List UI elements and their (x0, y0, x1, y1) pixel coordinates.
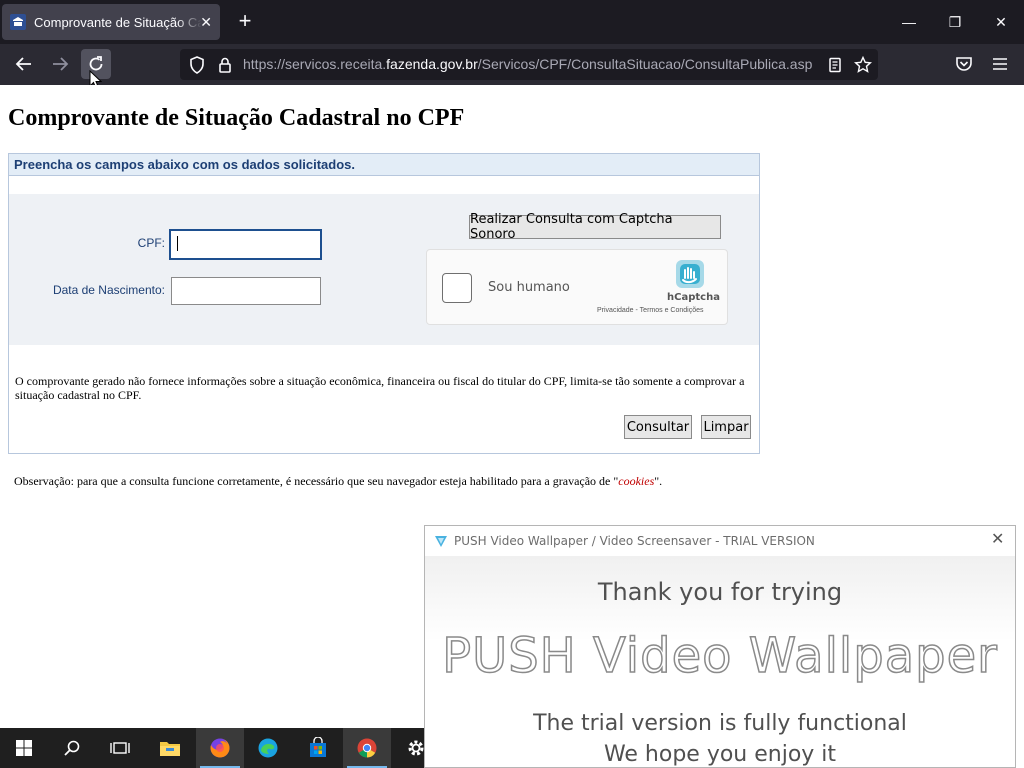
popup-product-name: PUSH Video Wallpaper (441, 627, 998, 685)
form-fields-area: CPF: Data de Nascimento: Realizar Consul… (9, 194, 759, 345)
pocket-icon[interactable] (949, 49, 979, 79)
form-header: Preencha os campos abaixo com os dados s… (9, 154, 759, 176)
hcaptcha-checkbox[interactable] (442, 273, 472, 303)
forward-icon[interactable] (45, 49, 75, 79)
popup-close-icon[interactable]: ✕ (991, 532, 1007, 548)
tab-strip: Comprovante de Situação Cadastral no CPF… (0, 0, 1024, 44)
hcaptcha-widget: Sou humano hCaptcha Privacidade - Termos… (426, 249, 728, 325)
lock-icon[interactable] (215, 55, 235, 75)
tab-active[interactable]: Comprovante de Situação Cadastral no CPF… (2, 4, 220, 40)
disclaimer-text: O comprovante gerado não fornece informa… (15, 374, 745, 402)
popup-body: Thank you for trying PUSH Video Wallpape… (425, 556, 1015, 767)
popup-thanks-text: Thank you for trying (597, 578, 843, 606)
microsoft-store-icon[interactable] (294, 728, 342, 768)
cookies-note: Observação: para que a consulta funcione… (14, 474, 663, 488)
tab-close-icon[interactable]: ✕ (200, 14, 212, 30)
reader-view-icon[interactable] (825, 55, 845, 75)
start-icon[interactable] (0, 728, 48, 768)
new-tab-button[interactable]: + (234, 10, 256, 32)
hcaptcha-brand: hCaptcha (667, 292, 720, 303)
browser-chrome: Comprovante de Situação Cadastral no CPF… (0, 0, 1024, 90)
hcaptcha-label: Sou humano (488, 280, 570, 295)
popup-trial-line-2: We hope you enjoy it (603, 742, 837, 767)
windows-taskbar (0, 728, 424, 768)
chrome-icon[interactable] (343, 728, 391, 768)
maximize-button[interactable]: ❐ (932, 8, 978, 36)
birth-date-input[interactable] (171, 277, 321, 305)
search-icon[interactable] (48, 728, 96, 768)
tab-title: Comprovante de Situação Cadastral no CPF (34, 14, 202, 30)
cpf-label: CPF: (137, 236, 165, 250)
audio-captcha-button[interactable]: Realizar Consulta com Captcha Sonoro (469, 212, 721, 242)
limpar-button[interactable]: Limpar (701, 415, 751, 439)
task-view-icon[interactable] (96, 728, 144, 768)
close-window-button[interactable]: ✕ (978, 8, 1024, 36)
popup-titlebar[interactable]: PUSH Video Wallpaper / Video Screensaver… (425, 526, 1015, 556)
firefox-icon[interactable] (196, 728, 244, 768)
tracking-protection-shield-icon[interactable] (187, 55, 207, 75)
hcaptcha-logo-icon (676, 260, 704, 288)
push-app-icon (435, 536, 447, 547)
menu-hamburger-icon[interactable] (985, 49, 1015, 79)
url-bar[interactable]: https://servicos.receita.fazenda.gov.br/… (180, 49, 878, 80)
file-explorer-icon[interactable] (146, 728, 194, 768)
page-title: Comprovante de Situação Cadastral no CPF (8, 105, 465, 131)
consultar-button[interactable]: Consultar (624, 415, 692, 439)
back-icon[interactable] (9, 49, 39, 79)
minimize-button[interactable]: — (886, 8, 932, 36)
url-text[interactable]: https://servicos.receita.fazenda.gov.br/… (243, 56, 812, 72)
hcaptcha-links[interactable]: Privacidade - Termos e Condições (597, 307, 703, 314)
consulta-form: Preencha os campos abaixo com os dados s… (8, 153, 760, 454)
popup-trial-line-1: The trial version is fully functional (533, 711, 907, 736)
cpf-input[interactable] (169, 229, 322, 260)
navigation-bar: https://servicos.receita.fazenda.gov.br/… (0, 44, 1024, 85)
text-caret (177, 236, 178, 251)
popup-title: PUSH Video Wallpaper / Video Screensaver… (454, 534, 815, 548)
receita-favicon-icon (10, 14, 26, 30)
edge-icon[interactable] (244, 728, 292, 768)
bookmark-star-icon[interactable] (853, 55, 873, 75)
push-trial-popup: PUSH Video Wallpaper / Video Screensaver… (424, 525, 1016, 768)
birth-date-label: Data de Nascimento: (52, 283, 165, 297)
cookies-word: cookies (618, 474, 655, 488)
